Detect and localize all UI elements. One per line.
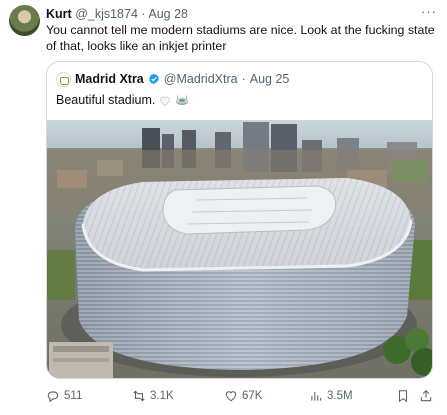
like-button[interactable]: 67K xyxy=(224,387,262,405)
like-count: 67K xyxy=(242,390,263,402)
retweet-icon xyxy=(133,390,145,402)
author-avatar[interactable] xyxy=(9,5,40,36)
quoted-separator: · xyxy=(241,72,246,86)
reply-button[interactable]: 511 xyxy=(46,387,82,405)
retweet-count: 3.1K xyxy=(150,390,174,402)
retweet-button[interactable]: 3.1K xyxy=(132,387,174,405)
tweet[interactable]: Kurt @_kjs1874 · Aug 28 ··· You cannot t… xyxy=(0,0,447,415)
tweet-text: You cannot tell me modern stadiums are n… xyxy=(46,23,435,53)
stadium-icon xyxy=(176,95,189,105)
author-handle[interactable]: @_kjs1874 xyxy=(75,7,138,21)
stadium-photo-graphic xyxy=(47,120,432,378)
stadium-photo[interactable] xyxy=(47,120,432,378)
tweet-actions: 511 3.1K 67K 3.5M xyxy=(46,387,438,405)
quoted-text-line: Beautiful stadium. xyxy=(56,92,189,108)
share-icon xyxy=(420,390,432,402)
header-separator: · xyxy=(141,7,146,21)
reply-count: 511 xyxy=(64,390,83,402)
quoted-header: Madrid Xtra @MadridXtra · Aug 25 xyxy=(56,71,289,87)
quoted-text: Beautiful stadium. xyxy=(56,93,156,107)
quoted-date[interactable]: Aug 25 xyxy=(250,71,290,87)
reply-icon xyxy=(47,391,59,403)
author-name[interactable]: Kurt xyxy=(46,7,72,21)
views-button[interactable]: 3.5M xyxy=(309,387,353,405)
quoted-tweet[interactable]: Madrid Xtra @MadridXtra · Aug 25 Beautif… xyxy=(46,61,433,379)
bookmark-icon xyxy=(398,390,408,403)
tweet-header: Kurt @_kjs1874 · Aug 28 xyxy=(46,6,437,22)
views-count: 3.5M xyxy=(327,390,353,402)
tweet-date[interactable]: Aug 28 xyxy=(148,7,188,21)
views-icon xyxy=(311,391,322,401)
quoted-author-handle[interactable]: @MadridXtra xyxy=(164,71,238,87)
quoted-author-name[interactable]: Madrid Xtra xyxy=(75,71,144,87)
white-heart-icon xyxy=(160,96,171,106)
bookmark-button[interactable] xyxy=(396,387,410,405)
club-crest-icon[interactable] xyxy=(56,71,71,87)
verified-badge-icon xyxy=(148,73,159,85)
like-icon xyxy=(225,391,237,402)
more-options-icon[interactable]: ··· xyxy=(421,4,437,19)
share-button[interactable] xyxy=(419,387,433,405)
